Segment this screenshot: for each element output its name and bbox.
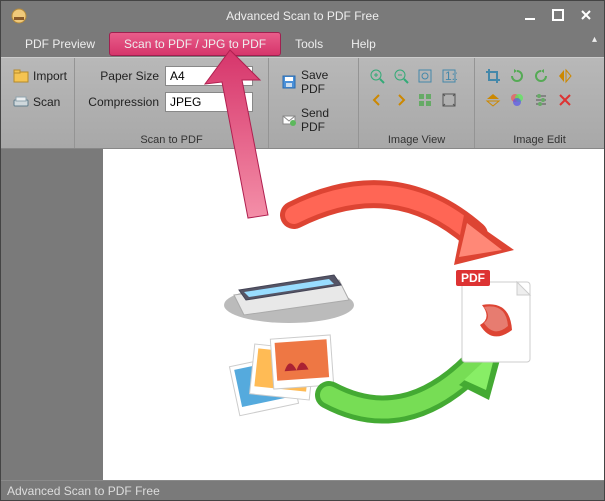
next-image-button[interactable] (391, 90, 411, 110)
menu-tools[interactable]: Tools (281, 33, 337, 55)
paper-size-row: Paper Size A4 ▼ (83, 66, 260, 86)
statusbar: Advanced Scan to PDF Free (1, 480, 604, 500)
preview-canvas: PDF (103, 149, 604, 480)
dropdown-value: JPEG (170, 95, 201, 109)
rotate-right-button[interactable] (531, 66, 551, 86)
crop-button[interactable] (483, 66, 503, 86)
prev-image-button[interactable] (367, 90, 387, 110)
button-label: Save PDF (301, 68, 346, 96)
ribbon: Import Scan Paper Size A4 ▼ (1, 57, 604, 149)
group-label (277, 136, 350, 150)
zoom-fit-button[interactable] (415, 66, 435, 86)
ribbon-group-scan-settings: Paper Size A4 ▼ Compression JPEG ▼ Scan … (75, 58, 269, 148)
dropdown-value: A4 (170, 69, 185, 83)
menubar: PDF Preview Scan to PDF / JPG to PDF Too… (1, 31, 604, 57)
ribbon-group-file: Import Scan (1, 58, 75, 148)
menu-pdf-preview[interactable]: PDF Preview (11, 33, 109, 55)
app-window: Advanced Scan to PDF Free PDF Preview Sc… (0, 0, 605, 501)
scan-button[interactable]: Scan (9, 92, 66, 112)
chevron-down-icon: ▼ (240, 72, 248, 81)
effects-button[interactable] (507, 90, 527, 110)
titlebar: Advanced Scan to PDF Free (1, 1, 604, 31)
menu-label: Tools (295, 37, 323, 51)
app-icon (11, 8, 27, 24)
window-title: Advanced Scan to PDF Free (226, 9, 379, 23)
save-icon (281, 74, 297, 90)
group-label (9, 132, 66, 146)
button-label: Send PDF (301, 106, 346, 134)
zoom-actual-button[interactable]: 1:1 (439, 66, 459, 86)
zoom-in-button[interactable] (367, 66, 387, 86)
group-label: Scan to PDF (83, 132, 260, 146)
svg-text:PDF: PDF (461, 271, 485, 285)
flip-v-button[interactable] (483, 90, 503, 110)
maximize-button[interactable] (546, 5, 570, 25)
flip-h-button[interactable] (555, 66, 575, 86)
compression-dropdown[interactable]: JPEG ▼ (165, 92, 253, 112)
compression-label: Compression (83, 95, 159, 109)
paper-size-dropdown[interactable]: A4 ▼ (165, 66, 253, 86)
group-label: Image Edit (483, 132, 596, 146)
collapse-ribbon-icon[interactable]: ▴ (592, 34, 597, 45)
chevron-down-icon: ▼ (240, 98, 248, 107)
fullscreen-button[interactable] (439, 90, 459, 110)
minimize-button[interactable] (518, 5, 542, 25)
menu-help[interactable]: Help (337, 33, 390, 55)
import-button[interactable]: Import (9, 66, 66, 86)
send-icon (281, 112, 297, 128)
ribbon-group-image-edit: Image Edit (475, 58, 604, 148)
window-controls (518, 5, 598, 25)
illustration: PDF (174, 175, 534, 455)
status-text: Advanced Scan to PDF Free (7, 484, 160, 498)
group-label: Image View (367, 132, 466, 146)
rotate-left-button[interactable] (507, 66, 527, 86)
thumbnail-sidebar (1, 149, 103, 480)
paper-size-label: Paper Size (83, 69, 159, 83)
send-pdf-button[interactable]: Send PDF (277, 104, 350, 136)
menu-label: PDF Preview (25, 37, 95, 51)
menu-label: Help (351, 37, 376, 51)
ribbon-group-image-view: 1:1 Image View (359, 58, 475, 148)
button-label: Scan (33, 95, 60, 109)
menu-scan-to-pdf[interactable]: Scan to PDF / JPG to PDF (109, 32, 281, 56)
delete-button[interactable] (555, 90, 575, 110)
scanner-icon (13, 94, 29, 110)
compression-row: Compression JPEG ▼ (83, 92, 260, 112)
svg-text:1:1: 1:1 (445, 69, 457, 83)
content-area: PDF (1, 149, 604, 480)
close-button[interactable] (574, 5, 598, 25)
button-label: Import (33, 69, 67, 83)
folder-icon (13, 68, 29, 84)
menu-label: Scan to PDF / JPG to PDF (124, 37, 266, 51)
save-pdf-button[interactable]: Save PDF (277, 66, 350, 98)
thumbnail-button[interactable] (415, 90, 435, 110)
zoom-out-button[interactable] (391, 66, 411, 86)
adjust-button[interactable] (531, 90, 551, 110)
ribbon-group-output: Save PDF Send PDF (269, 58, 359, 148)
